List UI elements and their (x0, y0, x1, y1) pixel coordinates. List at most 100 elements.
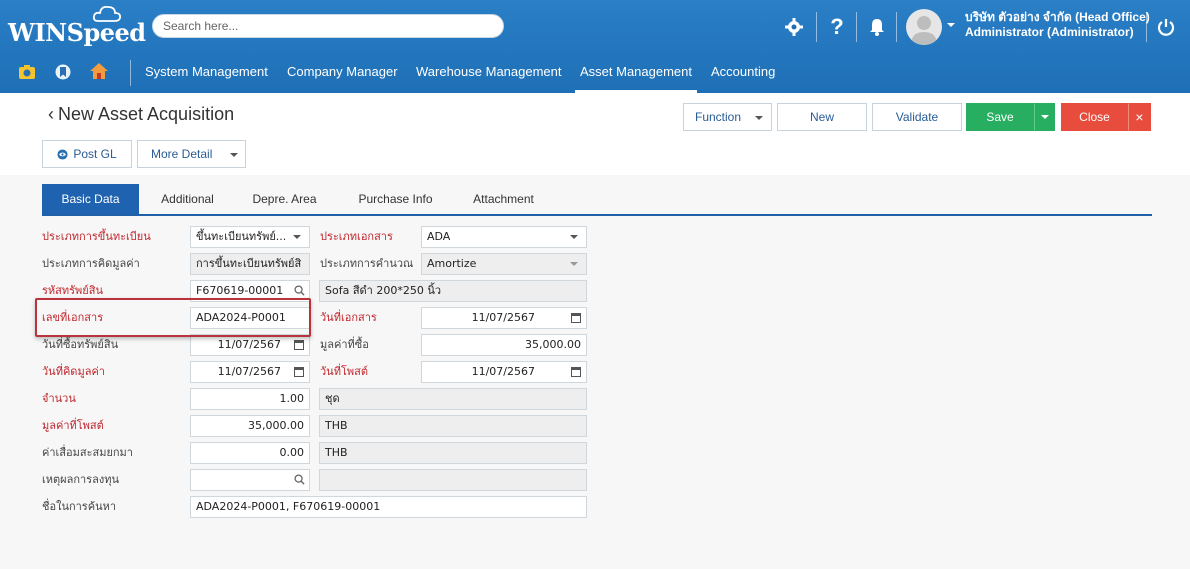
highlight-box (35, 298, 311, 337)
menu-accounting[interactable]: Accounting (711, 55, 775, 93)
calendar-icon[interactable] (294, 367, 304, 377)
divider (856, 12, 857, 42)
doc-date-label: วันที่เอกสาร (320, 311, 377, 324)
tab-attachment[interactable]: Attachment (460, 184, 547, 214)
search-box[interactable] (152, 14, 504, 38)
invest-reason-desc (319, 469, 587, 491)
function-label: Function (695, 110, 742, 124)
menu-company-manager[interactable]: Company Manager (287, 55, 398, 93)
post-date-field[interactable]: 11/07/2567 (421, 361, 587, 383)
close-button[interactable]: Close (1061, 103, 1128, 131)
unit-field: ชุด (319, 388, 587, 410)
divider (816, 12, 817, 42)
valuation-type-label: ประเภทการคิดมูลค่า (42, 257, 140, 270)
power-icon[interactable] (1155, 14, 1177, 40)
chevron-down-icon (570, 235, 578, 239)
reg-type-select[interactable]: ขึ้นทะเบียนทรัพย์... (190, 226, 310, 248)
valuation-date-field[interactable]: 11/07/2567 (190, 361, 310, 383)
more-detail-dropdown[interactable]: More Detail (137, 140, 246, 168)
save-options-button[interactable] (1034, 103, 1055, 131)
tab-additional[interactable]: Additional (139, 184, 236, 214)
bell-icon[interactable] (866, 14, 888, 40)
page-title: ‹ New Asset Acquisition (48, 104, 234, 125)
asset-name-field: Sofa สีดำ 200*250 นิ้ว (319, 280, 587, 302)
purchase-date-field[interactable]: 11/07/2567 (190, 334, 310, 356)
invest-reason-label: เหตุผลการลงทุน (42, 473, 119, 486)
doc-type-label: ประเภทเอกสาร (320, 230, 393, 243)
post-date-value: 11/07/2567 (471, 365, 535, 378)
chevron-down-icon (230, 153, 238, 157)
main-menu: System Management Company Manager Wareho… (0, 55, 1190, 93)
tab-basic-data[interactable]: Basic Data (42, 184, 139, 214)
validate-button[interactable]: Validate (872, 103, 962, 131)
calendar-icon[interactable] (294, 340, 304, 350)
doc-date-field[interactable]: 11/07/2567 (421, 307, 587, 329)
purchase-date-value: 11/07/2567 (217, 338, 281, 351)
avatar[interactable] (906, 9, 942, 45)
quantity-label: จำนวน (42, 392, 76, 405)
close-icon[interactable]: × (1128, 103, 1151, 131)
more-detail-label: More Detail (151, 147, 213, 161)
reg-type-label: ประเภทการขึ้นทะเบียน (42, 230, 151, 243)
chevron-down-icon[interactable] (945, 18, 957, 32)
divider (1146, 12, 1147, 42)
user-info: บริษัท ตัวอย่าง จำกัด (Head Office) Admi… (965, 10, 1150, 40)
accum-currency-field: THB (319, 442, 587, 464)
function-dropdown[interactable]: Function (683, 103, 772, 131)
tab-purchase-info[interactable]: Purchase Info (344, 184, 447, 214)
cloud-icon (92, 5, 122, 22)
calc-type-value: Amortize (427, 257, 477, 270)
post-value-field[interactable]: 35,000.00 (190, 415, 310, 437)
quantity-field[interactable]: 1.00 (190, 388, 310, 410)
post-date-label: วันที่โพสต์ (320, 365, 368, 378)
doc-type-value: ADA (427, 230, 451, 243)
menu-system-management[interactable]: System Management (145, 55, 268, 93)
search-name-field[interactable]: ADA2024-P0001, F670619-00001 (190, 496, 587, 518)
doc-type-select[interactable]: ADA (421, 226, 587, 248)
search-name-label: ชื่อในการค้นหา (42, 500, 117, 513)
search-input[interactable] (153, 15, 473, 37)
calc-type-select: Amortize (421, 253, 587, 275)
save-button[interactable]: Save (966, 103, 1034, 131)
page-title-text: New Asset Acquisition (58, 104, 235, 124)
asset-code-value: F670619-00001 (196, 284, 284, 297)
valuation-date-label: วันที่คิดมูลค่า (42, 365, 105, 378)
reg-type-value: ขึ้นทะเบียนทรัพย์... (196, 230, 287, 243)
post-gl-label: Post GL (73, 147, 117, 161)
back-icon[interactable]: ‹ (48, 104, 54, 124)
calc-type-label: ประเภทการคำนวณ (320, 257, 414, 270)
divider (130, 60, 131, 86)
purchase-value-field[interactable]: 35,000.00 (421, 334, 587, 356)
valuation-type-field: การขึ้นทะเบียนทรัพย์สิ (190, 253, 310, 275)
bookmark-icon[interactable] (54, 63, 72, 81)
divider (896, 12, 897, 42)
doc-date-value: 11/07/2567 (471, 311, 535, 324)
accum-depr-field[interactable]: 0.00 (190, 442, 310, 464)
search-icon[interactable] (294, 474, 305, 485)
gear-icon[interactable] (782, 14, 806, 40)
post-gl-button[interactable]: Post GL (42, 140, 132, 168)
menu-asset-management[interactable]: Asset Management (575, 55, 698, 93)
menu-warehouse-management[interactable]: Warehouse Management (416, 55, 562, 93)
chevron-down-icon (755, 116, 763, 120)
accum-depr-label: ค่าเสื่อมสะสมยกมา (42, 446, 133, 459)
calendar-icon[interactable] (571, 367, 581, 377)
invest-reason-field[interactable] (190, 469, 310, 491)
company-name: บริษัท ตัวอย่าง จำกัด (Head Office) (965, 10, 1150, 24)
help-icon[interactable]: ? (826, 14, 848, 40)
chevron-down-icon (293, 235, 301, 239)
tab-depre-area[interactable]: Depre. Area (236, 184, 333, 214)
new-button[interactable]: New (777, 103, 867, 131)
purchase-date-label: วันที่ซื้อทรัพย์สิน (42, 338, 119, 351)
calendar-icon[interactable] (571, 313, 581, 323)
valuation-date-value: 11/07/2567 (217, 365, 281, 378)
tab-bar: Basic Data Additional Depre. Area Purcha… (42, 184, 1152, 216)
post-currency-field: THB (319, 415, 587, 437)
chevron-down-icon (570, 262, 578, 266)
chevron-down-icon (1040, 115, 1049, 119)
search-icon[interactable] (294, 285, 305, 296)
camera-icon[interactable] (18, 63, 36, 81)
purchase-value-label: มูลค่าที่ซื้อ (320, 338, 369, 351)
eye-icon (57, 148, 68, 160)
home-icon[interactable] (88, 61, 110, 81)
